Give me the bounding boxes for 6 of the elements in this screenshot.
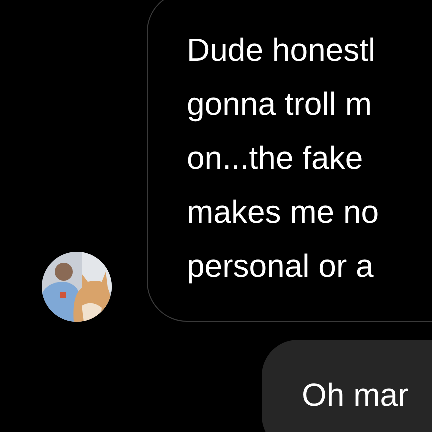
message-text: personal or a (187, 247, 374, 286)
message-text: Dude honestl (187, 31, 376, 70)
message-text: makes me no (187, 193, 380, 232)
message-text: Oh mar (302, 376, 409, 415)
message-text: gonna troll m (187, 85, 372, 124)
message-text: on...the fake (187, 139, 364, 178)
